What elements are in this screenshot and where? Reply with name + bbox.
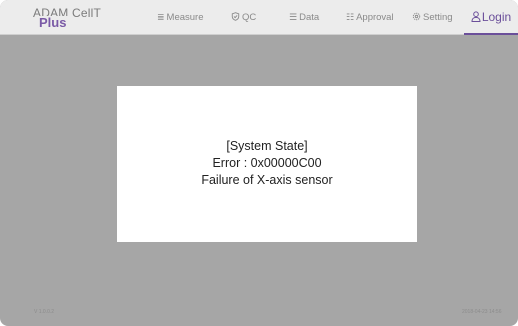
dialog-message: [System State] Error : 0x00000C00 Failur…	[117, 138, 417, 189]
nav-measure[interactable]: ≣ Measure	[157, 0, 204, 34]
app-logo: ADAM CellT Plus	[33, 6, 123, 32]
logo-plus-text: Plus	[37, 15, 69, 30]
nav-qc-label: QC	[242, 11, 257, 23]
gear-icon	[412, 12, 421, 22]
list-icon: ≣	[157, 11, 165, 22]
nav-data-label: Data	[299, 11, 320, 23]
active-tab-indicator	[464, 33, 518, 35]
checklist-icon: ☷	[346, 11, 355, 22]
list-icon: ☰	[289, 11, 298, 22]
nav-setting-label: Setting	[423, 11, 453, 23]
nav-approval[interactable]: ☷ Approval	[346, 0, 394, 34]
error-description: Failure of X-axis sensor	[201, 173, 333, 187]
top-nav-bar: ADAM CellT Plus ≣ Measure QC ☰ Data ☷ Ap…	[0, 0, 518, 35]
nav-login[interactable]: Login	[464, 0, 518, 34]
dialog-title: [System State]	[226, 139, 308, 153]
nav-login-label: Login	[481, 10, 512, 24]
nav-qc[interactable]: QC	[231, 0, 256, 34]
nav-measure-label: Measure	[166, 11, 204, 23]
user-icon	[471, 10, 481, 24]
nav-setting[interactable]: Setting	[412, 0, 453, 34]
system-state-dialog: [System State] Error : 0x00000C00 Failur…	[117, 86, 417, 242]
error-code: Error : 0x00000C00	[212, 156, 322, 170]
nav-data[interactable]: ☰ Data	[289, 0, 319, 34]
nav-approval-label: Approval	[356, 11, 394, 23]
datetime-label: 2018-04-23 14:56	[462, 309, 502, 315]
version-label: V 1.0.0.2	[34, 309, 55, 315]
app-window: ADAM CellT Plus ≣ Measure QC ☰ Data ☷ Ap…	[0, 0, 518, 326]
shield-check-icon	[231, 12, 240, 22]
